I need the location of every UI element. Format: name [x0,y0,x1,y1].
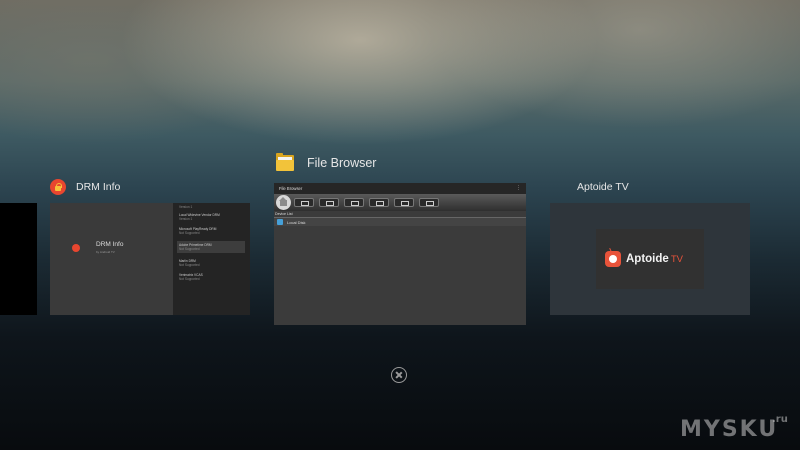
edit-icon [319,198,339,207]
drm-list-item: Marlin DRM Not Supported [179,259,245,267]
drm-mini-subtitle: by Android TV [96,250,115,254]
drm-mini-title: DRM Info [96,241,124,248]
drm-item-sub: Not Supported [179,247,200,251]
undo-icon [369,198,389,207]
device-row-label: Local Disk [287,220,306,225]
file-browser-thumb-title: File Browser [279,186,303,191]
aptoide-wordmark-tv: TV [670,254,683,265]
aptoide-wordmark: Aptoide [626,253,669,265]
close-icon[interactable] [391,367,407,383]
drm-right-panel: Version 1 Local Widevine Vendor DRM Vers… [173,203,250,315]
drm-info-thumbnail[interactable]: DRM Info by Android TV Version 1 Local W… [50,203,250,315]
file-browser-toolbar [274,194,526,211]
aptoide-card-title: Aptoide TV [577,181,629,193]
drm-list-item: Verimatrix VCAS Not Supported [179,273,245,281]
grid-icon [394,198,414,207]
drm-info-app-icon [50,179,66,195]
drm-list-item: Microsoft PlayReady DRM Not Supported [179,227,245,235]
drm-list-item: Local Widevine Vendor DRM Version 1 [179,213,245,221]
drm-list-item-selected: Adobe Primetime DRM Not Supported [177,241,245,253]
aptoide-banner: Aptoide TV [596,229,704,289]
drm-item-sub: Not Supported [179,263,200,267]
drm-left-panel: DRM Info by Android TV [50,203,173,315]
list-icon [294,198,314,207]
aptoide-logo-icon [605,251,621,267]
file-browser-thumbnail[interactable]: File Browser ⋮ Device List Local Disk [274,183,526,325]
recent-card-partial[interactable] [0,203,37,315]
drm-info-card-title: DRM Info [76,181,121,193]
drm-list-item: Version 1 [179,205,245,209]
overflow-menu-icon: ⋮ [516,185,521,191]
home-icon [276,195,291,210]
drm-item-sub: Version 1 [179,205,193,209]
info-icon [419,198,439,207]
watermark-suffix: .ru [772,414,788,425]
drm-mini-icon [72,244,80,252]
disk-icon [277,219,283,225]
aptoide-logo-text: Aptoide TV [626,253,683,265]
aptoide-thumbnail[interactable]: Aptoide TV [550,203,750,315]
device-row [274,217,526,226]
keyboard-icon [344,198,364,207]
drm-item-sub: Not Supported [179,277,200,281]
device-list-label: Device List [275,212,293,216]
folder-icon [276,153,294,171]
watermark: MYSKU [680,417,779,442]
file-browser-card-title: File Browser [307,156,377,170]
file-browser-titlebar: File Browser ⋮ [274,183,526,194]
drm-item-sub: Not Supported [179,231,200,235]
drm-item-sub: Version 1 [179,217,193,221]
